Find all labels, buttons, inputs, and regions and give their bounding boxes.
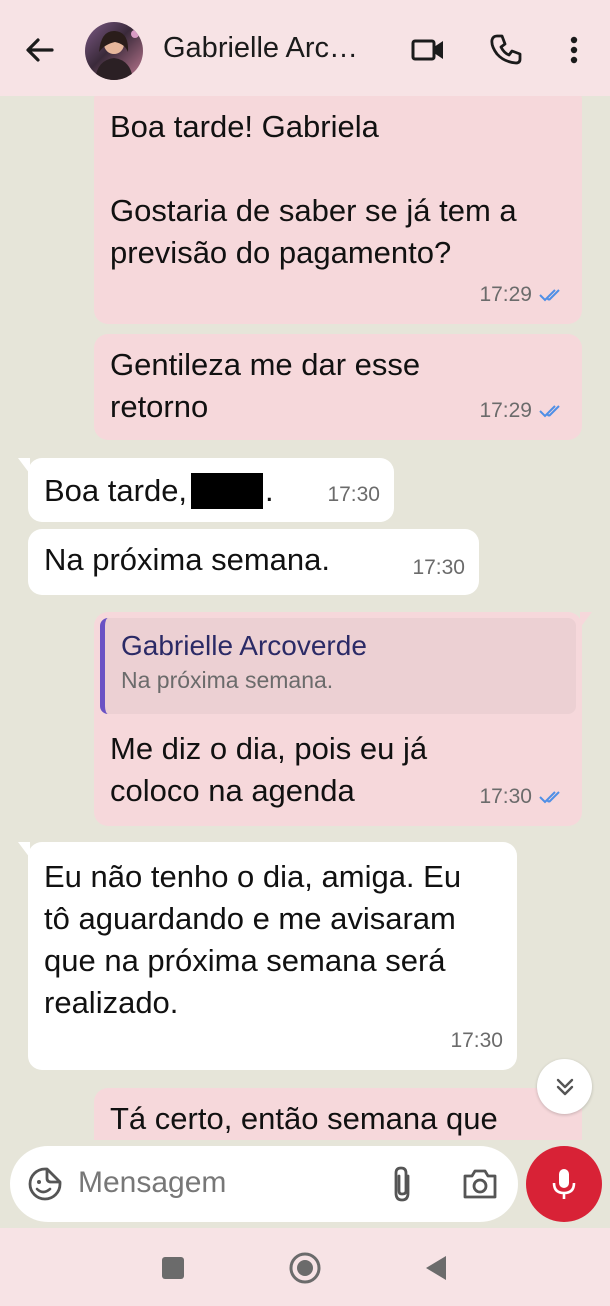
microphone-button[interactable] (526, 1146, 602, 1222)
chevron-double-down-icon (556, 1078, 573, 1095)
message-meta: 17:30 (412, 547, 465, 589)
sticker-emoji-icon[interactable] (26, 1165, 64, 1203)
recents-square-icon[interactable] (153, 1248, 193, 1288)
message-meta: 17:30 (479, 776, 566, 818)
message-time: 17:30 (327, 483, 380, 506)
camera-icon[interactable] (460, 1164, 500, 1204)
message-text: Tá certo, então semana que (110, 1101, 498, 1136)
double-check-icon (539, 289, 560, 302)
message-time: 17:30 (450, 1029, 503, 1052)
scroll-to-bottom-button[interactable] (537, 1059, 592, 1114)
message-text: Gentileza me dar esse retorno (110, 347, 429, 424)
microphone-icon (552, 1169, 576, 1199)
chat-header: Gabrielle Arc… (0, 0, 610, 96)
message-text: Boa tarde! Gabriela Gostaria de saber se… (110, 109, 517, 270)
chat-area[interactable]: Boa tarde! Gabriela Gostaria de saber se… (0, 96, 610, 1140)
message-meta: 17:30 (450, 1020, 503, 1062)
message-bubble-outgoing[interactable]: Tá certo, então semana que (94, 1088, 592, 1140)
message-input[interactable]: Mensagem (78, 1166, 226, 1200)
message-time: 17:30 (412, 556, 465, 579)
message-bubble-incoming[interactable]: Na próxima semana. 17:30 (28, 529, 479, 595)
arrow-left-icon[interactable] (20, 30, 60, 70)
system-nav-bar (0, 1228, 610, 1306)
double-check-icon (539, 405, 560, 418)
home-circle-icon[interactable] (285, 1248, 325, 1288)
message-meta: 17:29 (479, 274, 566, 316)
quote-text: Na próxima semana. (121, 667, 334, 693)
message-bubble-incoming[interactable]: Eu não tenho o dia, amiga. Eu tô aguarda… (18, 842, 517, 1070)
message-bubble-incoming[interactable]: Boa tarde,. 17:30 (18, 458, 394, 522)
quote-author: Gabrielle Arcoverde (121, 630, 367, 661)
contact-name[interactable]: Gabrielle Arc… (163, 32, 358, 65)
message-time: 17:30 (479, 785, 532, 808)
avatar[interactable] (85, 22, 143, 80)
phone-icon[interactable] (486, 30, 526, 70)
message-meta: 17:30 (327, 474, 380, 516)
quoted-message[interactable]: Gabrielle Arcoverde Na próxima semana. (100, 618, 576, 714)
message-bubble-outgoing[interactable]: Gabrielle Arcoverde Na próxima semana. M… (94, 612, 592, 826)
double-check-icon (539, 791, 560, 804)
message-bubble-outgoing[interactable]: Boa tarde! Gabriela Gostaria de saber se… (94, 96, 582, 324)
message-time: 17:29 (479, 283, 532, 306)
redaction-box (191, 472, 264, 509)
paperclip-icon[interactable] (386, 1164, 420, 1204)
more-vert-icon[interactable] (554, 30, 594, 70)
message-composer[interactable]: Mensagem (10, 1146, 518, 1222)
message-time: 17:29 (479, 399, 532, 422)
message-meta: 17:29 (479, 390, 566, 432)
message-text: Me diz o dia, pois eu já coloco na agend… (110, 731, 436, 808)
message-text: Na próxima semana. (44, 542, 331, 577)
back-triangle-icon[interactable] (416, 1248, 456, 1288)
video-call-icon[interactable] (408, 30, 448, 70)
message-text: Eu não tenho o dia, amiga. Eu tô aguarda… (44, 859, 470, 1020)
message-bubble-outgoing[interactable]: Gentileza me dar esse retorno 17:29 (94, 334, 582, 440)
